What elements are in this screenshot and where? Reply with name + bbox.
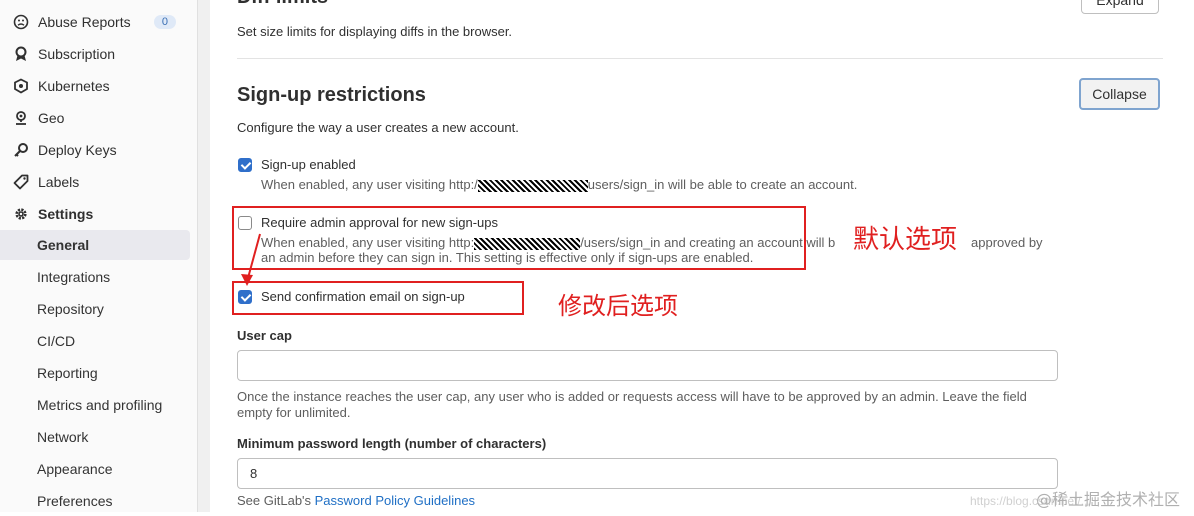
help-text: See GitLab's (237, 493, 315, 508)
admin-approval-help-tail: approved by (971, 235, 1043, 250)
user-cap-input[interactable] (237, 350, 1058, 381)
redacted-url-mask (477, 179, 588, 192)
sidebar-subitem-label: General (37, 237, 90, 253)
sidebar-subitem-label: Network (37, 429, 89, 445)
sidebar-subitem-label: Appearance (37, 461, 113, 477)
sidebar-item-label: Geo (38, 110, 65, 126)
signup-description: Configure the way a user creates a new a… (237, 120, 519, 135)
sidebar-item-label: Labels (38, 174, 80, 190)
sidebar-subitem-cicd[interactable]: CI/CD (0, 326, 190, 356)
sidebar-subitem-label: Reporting (37, 365, 98, 381)
watermark: @稀土掘金技术社区 (1035, 490, 1180, 509)
sidebar-scrollbar[interactable] (197, 0, 210, 512)
sidebar-subitem-label: Repository (37, 301, 104, 317)
sidebar-subitem-reporting[interactable]: Reporting (0, 358, 190, 388)
diff-limits-title: Diff limits (237, 0, 328, 9)
signup-restrictions-title: Sign-up restrictions (237, 84, 426, 106)
kubernetes-icon (13, 78, 29, 94)
signup-enabled-checkbox[interactable] (238, 158, 252, 172)
sidebar-item-subscription[interactable]: Subscription (0, 39, 190, 69)
user-cap-label: User cap (237, 328, 292, 343)
section-divider (237, 58, 1163, 59)
password-policy-link[interactable]: Password Policy Guidelines (315, 493, 475, 508)
annotation-modified-option: 修改后选项 (558, 292, 678, 320)
expand-button[interactable]: Expand (1081, 0, 1159, 14)
sidebar-item-label: Subscription (38, 46, 116, 62)
geo-icon (13, 110, 29, 126)
help-text: users/sign_in will be able to create an … (587, 177, 858, 192)
sidebar-subitem-network[interactable]: Network (0, 422, 190, 452)
min-password-label: Minimum password length (number of chara… (237, 436, 547, 451)
sidebar-item-kubernetes[interactable]: Kubernetes (0, 71, 190, 101)
sidebar-subitem-repository[interactable]: Repository (0, 294, 190, 324)
annotation-box-default (232, 206, 806, 270)
sidebar-item-label: Kubernetes (38, 78, 110, 94)
sidebar-subitem-label: Preferences (37, 493, 113, 509)
sidebar-subitem-label: CI/CD (37, 333, 76, 349)
sidebar-item-deploy-keys[interactable]: Deploy Keys (0, 135, 190, 165)
sidebar-subitem-label: Metrics and profiling (37, 397, 163, 413)
abuse-reports-icon (13, 14, 29, 30)
sidebar-item-label: Settings (38, 206, 94, 222)
gear-icon (13, 206, 29, 222)
collapse-button[interactable]: Collapse (1079, 78, 1160, 110)
min-password-input[interactable] (237, 458, 1058, 489)
diff-limits-description: Set size limits for displaying diffs in … (237, 24, 513, 39)
signup-enabled-label: Sign-up enabled (261, 157, 356, 172)
label-icon (13, 174, 29, 190)
sidebar: Abuse Reports 0 Subscription Kubernetes … (0, 0, 198, 512)
sidebar-subitem-integrations[interactable]: Integrations (0, 262, 190, 292)
sidebar-item-label: Abuse Reports (38, 14, 131, 30)
sidebar-item-geo[interactable]: Geo (0, 103, 190, 133)
help-text: When enabled, any user visiting http:/ (261, 177, 478, 192)
sidebar-item-label: Deploy Keys (38, 142, 117, 158)
sidebar-subitem-label: Integrations (37, 269, 111, 285)
key-icon (13, 142, 29, 158)
sidebar-item-settings[interactable]: Settings (0, 199, 190, 229)
count-badge: 0 (153, 15, 176, 29)
annotation-arrow (241, 233, 261, 286)
user-cap-help-line2: empty for unlimited. (237, 405, 351, 420)
min-password-help: See GitLab's Password Policy Guidelines (237, 493, 475, 509)
annotation-box-modified (232, 281, 524, 315)
sidebar-item-labels[interactable]: Labels (0, 167, 190, 197)
sidebar-subitem-appearance[interactable]: Appearance (0, 454, 190, 484)
signup-enabled-help: When enabled, any user visiting http:/ us… (261, 177, 857, 193)
sidebar-item-abuse-reports[interactable]: Abuse Reports 0 (0, 7, 190, 37)
user-cap-help-line1: Once the instance reaches the user cap, … (237, 389, 1027, 404)
sidebar-subitem-general[interactable]: General (0, 230, 190, 260)
subscription-icon (13, 46, 29, 62)
annotation-default-option: 默认选项 (851, 219, 960, 256)
sidebar-subitem-metrics[interactable]: Metrics and profiling (0, 390, 190, 420)
